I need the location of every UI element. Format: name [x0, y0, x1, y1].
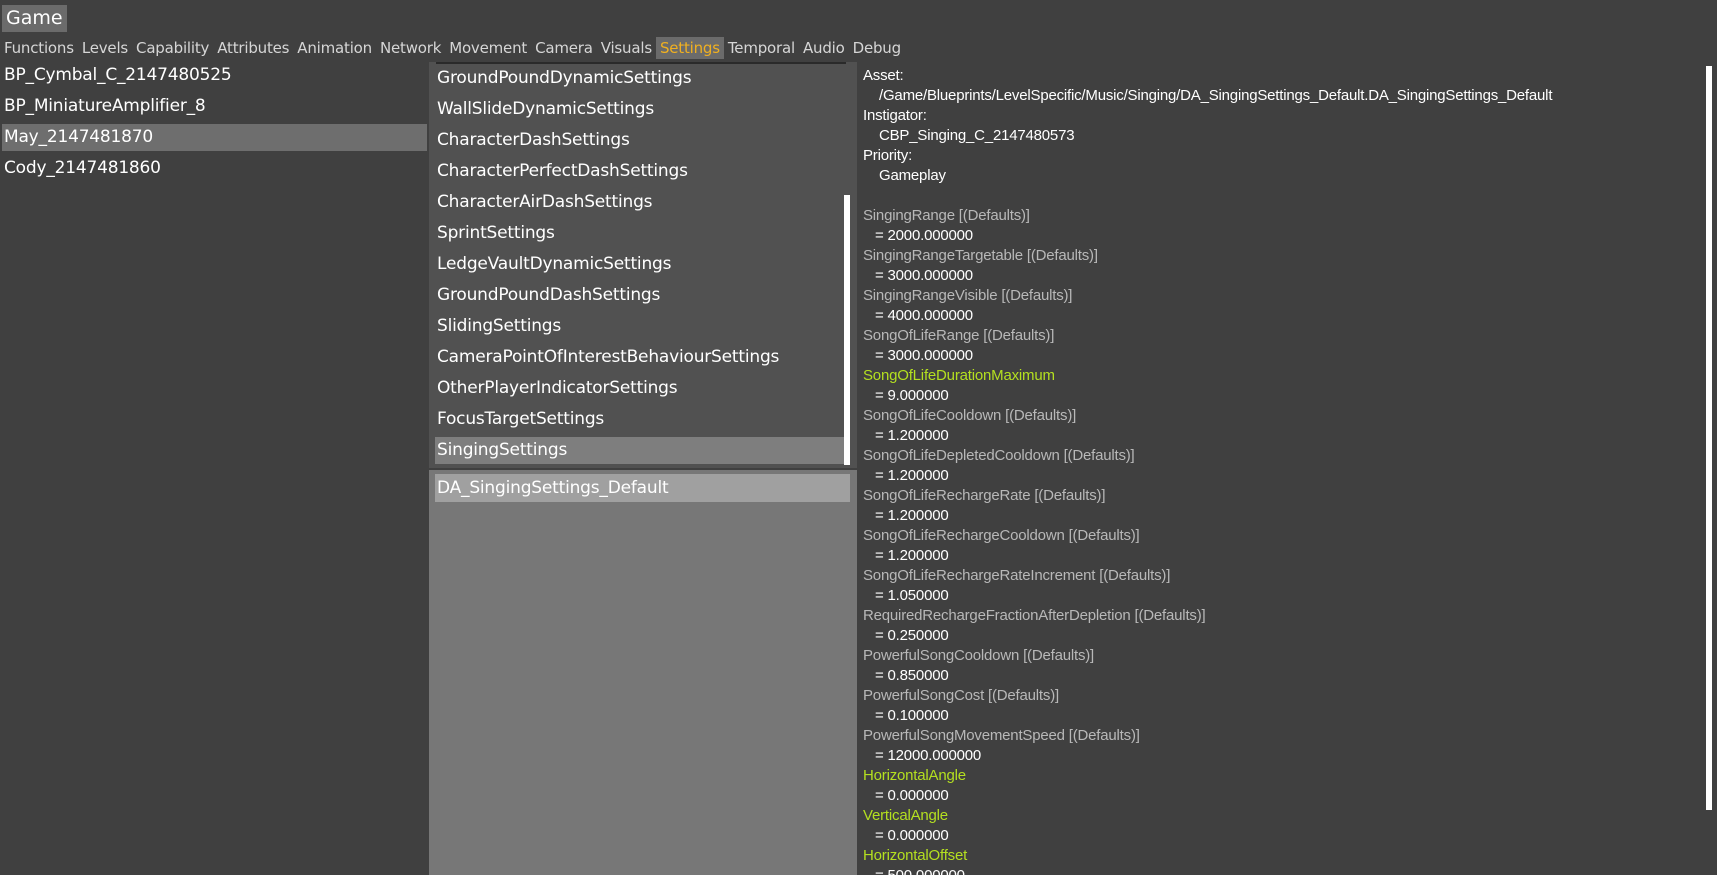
property-value: = 3000.000000	[875, 267, 973, 284]
property-name: SingingRangeVisible [(Defaults)]	[863, 287, 1073, 304]
property-name: SongOfLifeRechargeRate [(Defaults)]	[863, 487, 1106, 504]
tab-levels[interactable]: Levels	[78, 37, 132, 59]
property-value: = 0.250000	[875, 627, 949, 644]
settings-item-characterdashsettings[interactable]: CharacterDashSettings	[435, 127, 846, 154]
property-value: = 12000.000000	[875, 747, 982, 764]
property-value: = 1.200000	[875, 427, 949, 444]
property-name: PowerfulSongMovementSpeed [(Defaults)]	[863, 727, 1140, 744]
property-value: = 0.850000	[875, 667, 949, 684]
property-value: = 0.100000	[875, 707, 949, 724]
details-panel: Asset: /Game/Blueprints/LevelSpecific/Mu…	[863, 66, 1703, 875]
property-value: = 500.000000	[863, 866, 1703, 875]
settings-item-singingsettings[interactable]: SingingSettings	[435, 437, 846, 464]
property-name: PowerfulSongCost [(Defaults)]	[863, 687, 1059, 704]
settings-item-focustargetsettings[interactable]: FocusTargetSettings	[435, 406, 846, 433]
tab-audio[interactable]: Audio	[799, 37, 849, 59]
property-value: = 1.200000	[875, 547, 949, 564]
property-value: = 0.000000	[875, 827, 949, 844]
settings-item-otherplayerindicatorsettings[interactable]: OtherPlayerIndicatorSettings	[435, 375, 846, 402]
property-name: RequiredRechargeFractionAfterDepletion […	[863, 607, 1206, 624]
actor-item[interactable]: Cody_2147481860	[0, 155, 427, 182]
instigator-label: Instigator:	[863, 107, 927, 124]
property-value: = 1.200000	[875, 467, 949, 484]
tab-capability[interactable]: Capability	[132, 37, 213, 59]
property-value: = 9.000000	[875, 387, 949, 404]
property-value: = 0.000000	[875, 787, 949, 804]
asset-item[interactable]: DA_SingingSettings_Default	[435, 474, 850, 502]
game-button[interactable]: Game	[2, 5, 67, 32]
property-name: SongOfLifeDurationMaximum	[863, 367, 1055, 384]
property-name: VerticalAngle	[863, 807, 948, 824]
settings-item-slidingsettings[interactable]: SlidingSettings	[435, 313, 846, 340]
debug-window: Game Functions Levels Capability Attributes…	[0, 0, 1717, 875]
actor-item[interactable]: BP_MiniatureAmplifier_8	[0, 93, 427, 120]
tab-functions[interactable]: Functions	[0, 37, 78, 59]
settings-item-groundpounddynamicsettings[interactable]: GroundPoundDynamicSettings	[435, 65, 846, 92]
tab-network[interactable]: Network	[376, 37, 445, 59]
settings-list-scrollbar[interactable]	[844, 195, 850, 465]
settings-item-characterairdashsettings[interactable]: CharacterAirDashSettings	[435, 189, 846, 216]
property-value: = 2000.000000	[875, 227, 973, 244]
category-tab-bar: Functions Levels Capability Attributes Anima…	[0, 37, 905, 59]
property-name: SongOfLifeCooldown [(Defaults)]	[863, 407, 1077, 424]
property-name: HorizontalOffset	[863, 847, 968, 864]
property-name: HorizontalAngle	[863, 767, 966, 784]
asset-label: Asset:	[863, 67, 904, 84]
tab-settings[interactable]: Settings	[655, 37, 724, 59]
settings-item-wallslidedynamicsettings[interactable]: WallSlideDynamicSettings	[435, 96, 846, 123]
property-name: SingingRangeTargetable [(Defaults)]	[863, 247, 1098, 264]
actor-list: BP_Cymbal_C_2147480525 BP_MiniatureAmplif…	[0, 62, 427, 186]
settings-list-panel: GroundPoundDynamicSettings WallSlideDynam…	[429, 62, 857, 468]
property-list: SingingRange [(Defaults)] = 2000.000000 Si…	[863, 206, 1703, 875]
settings-item-camerapointofinterestbehavioursettings[interactable]: CameraPointOfInterestBehaviourSettings	[435, 344, 846, 371]
property-name: SongOfLifeDepletedCooldown [(Defaults)]	[863, 447, 1135, 464]
property-name: SongOfLifeRechargeRateIncrement [(Defaul…	[863, 567, 1171, 584]
property-value: = 1.050000	[875, 587, 949, 604]
settings-item-characterperfectdashsettings[interactable]: CharacterPerfectDashSettings	[435, 158, 846, 185]
details-spacer	[863, 186, 1703, 206]
tab-animation[interactable]: Animation	[293, 37, 376, 59]
tab-attributes[interactable]: Attributes	[213, 37, 293, 59]
tab-camera[interactable]: Camera	[531, 37, 597, 59]
actor-item[interactable]: May_2147481870	[2, 124, 427, 151]
priority-label: Priority:	[863, 147, 913, 164]
tab-temporal[interactable]: Temporal	[724, 37, 799, 59]
priority-value: Gameplay	[879, 167, 946, 184]
property-value: = 1.200000	[875, 507, 949, 524]
tab-debug[interactable]: Debug	[849, 37, 905, 59]
details-scrollbar[interactable]	[1706, 66, 1712, 810]
actor-item[interactable]: BP_Cymbal_C_2147480525	[0, 62, 427, 89]
list-top-divider	[436, 62, 846, 64]
settings-item-groundpounddashsettings[interactable]: GroundPoundDashSettings	[435, 282, 846, 309]
tab-movement[interactable]: Movement	[445, 37, 531, 59]
settings-item-sprintsettings[interactable]: SprintSettings	[435, 220, 846, 247]
asset-list-panel: DA_SingingSettings_Default	[429, 470, 857, 875]
property-value: = 4000.000000	[875, 307, 973, 324]
property-value: = 3000.000000	[875, 347, 973, 364]
property-name: SingingRange [(Defaults)]	[863, 207, 1030, 224]
settings-item-ledgevaultdynamicsettings[interactable]: LedgeVaultDynamicSettings	[435, 251, 846, 278]
property-name: PowerfulSongCooldown [(Defaults)]	[863, 647, 1095, 664]
instigator-value: CBP_Singing_C_2147480573	[879, 127, 1075, 144]
property-name: SongOfLifeRange [(Defaults)]	[863, 327, 1055, 344]
property-name: SongOfLifeRechargeCooldown [(Defaults)]	[863, 527, 1140, 544]
tab-visuals[interactable]: Visuals	[597, 37, 656, 59]
asset-path-value: /Game/Blueprints/LevelSpecific/Music/Sin…	[879, 87, 1553, 104]
